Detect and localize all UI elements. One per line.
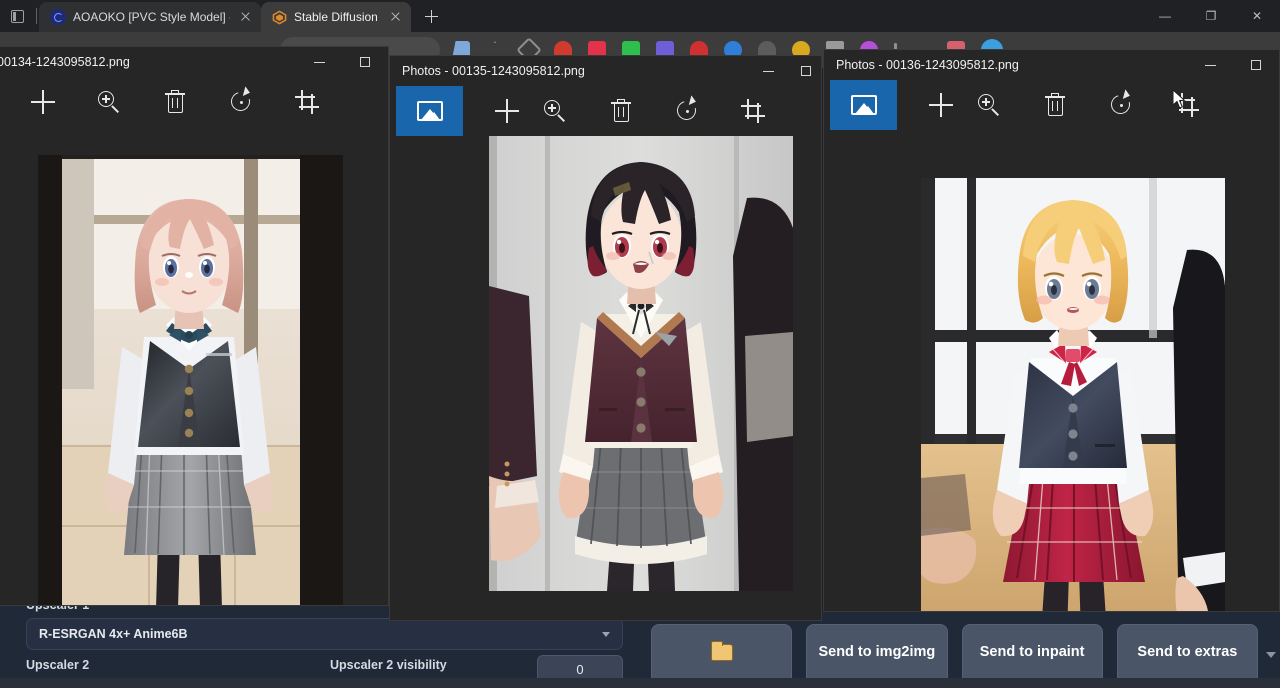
delete-icon xyxy=(611,99,631,123)
window-2-add-button[interactable] xyxy=(483,86,531,136)
new-tab-button[interactable] xyxy=(417,2,445,30)
window-3-controls xyxy=(1187,50,1279,80)
window-1-add-button[interactable] xyxy=(19,77,67,127)
window-2-minimize-button[interactable] xyxy=(745,56,791,86)
window-3-toolbar xyxy=(824,80,1279,130)
window-1-title: 00134-1243095812.png xyxy=(0,55,130,69)
browser-minimize-button[interactable]: — xyxy=(1142,0,1188,32)
window-1-maximize-button[interactable] xyxy=(342,47,388,77)
close-icon: ✕ xyxy=(1252,10,1262,22)
browser-maximize-button[interactable]: ❐ xyxy=(1188,0,1234,32)
window-3-add-button[interactable] xyxy=(917,80,965,130)
window-3-maximize-button[interactable] xyxy=(1233,50,1279,80)
close-tab-1-icon[interactable] xyxy=(237,9,253,25)
open-folder-button[interactable] xyxy=(651,624,792,680)
window-1-toolbar xyxy=(0,77,388,127)
window-2-title-bar[interactable]: Photos - 00135-1243095812.png xyxy=(390,56,821,86)
browser-tab-1-title: AOAOKO [PVC Style Model] - PV xyxy=(73,10,230,24)
windows-taskbar xyxy=(0,678,1280,688)
crop-icon xyxy=(1175,93,1199,117)
upscaler-1-value: R-ESRGAN 4x+ Anime6B xyxy=(39,627,602,641)
window-1-canvas xyxy=(0,127,388,605)
minimize-icon: — xyxy=(1159,10,1171,22)
photo-view-icon xyxy=(851,95,877,115)
window-2-maximize-button[interactable] xyxy=(791,56,821,86)
zoom-in-icon xyxy=(97,90,121,114)
window-1-delete-button[interactable] xyxy=(151,77,199,127)
window-2-rotate-button[interactable] xyxy=(663,86,711,136)
browser-tab-2-title: Stable Diffusion xyxy=(294,10,380,24)
zoom-in-icon xyxy=(543,99,567,123)
window-3-delete-button[interactable] xyxy=(1031,80,1079,130)
window-2-canvas xyxy=(390,136,821,620)
chevron-down-icon xyxy=(602,632,610,637)
window-2-crop-button[interactable] xyxy=(729,86,777,136)
browser-tab-1[interactable]: AOAOKO [PVC Style Model] - PV xyxy=(39,2,261,32)
window-1-crop-button[interactable] xyxy=(283,77,331,127)
browser-tab-2[interactable]: Stable Diffusion xyxy=(261,2,411,32)
sd-button-row: Send to img2img Send to inpaint Send to … xyxy=(651,624,1258,680)
send-to-img2img-button[interactable]: Send to img2img xyxy=(806,624,947,680)
window-2-controls xyxy=(745,56,821,86)
window-3-minimize-button[interactable] xyxy=(1187,50,1233,80)
zoom-in-icon xyxy=(977,93,1001,117)
window-3-zoom-button[interactable] xyxy=(965,80,1013,130)
stable-diffusion-icon xyxy=(272,10,287,25)
scroll-down-icon[interactable] xyxy=(1266,652,1276,658)
window-3-image[interactable] xyxy=(921,178,1225,612)
add-icon xyxy=(31,90,55,114)
upscaler-2-visibility-label: Upscaler 2 visibility xyxy=(330,658,447,672)
window-3-canvas xyxy=(824,130,1279,611)
browser-tab-strip: AOAOKO [PVC Style Model] - PV Stable Dif… xyxy=(0,0,1280,32)
sd-send-buttons-panel: Send to img2img Send to inpaint Send to … xyxy=(640,612,1280,678)
photos-window-3[interactable]: Photos - 00136-1243095812.png xyxy=(823,49,1280,612)
tab-divider xyxy=(36,8,37,24)
add-icon xyxy=(495,99,519,123)
window-2-toolbar xyxy=(390,86,821,136)
window-1-image[interactable] xyxy=(38,155,343,606)
photos-window-1[interactable]: 00134-1243095812.png xyxy=(0,46,389,606)
delete-icon xyxy=(1045,93,1065,117)
rotate-icon xyxy=(229,90,253,114)
tab-search-icon[interactable] xyxy=(0,0,34,32)
rotate-icon xyxy=(1109,93,1133,117)
window-2-image[interactable] xyxy=(489,136,793,591)
crop-icon xyxy=(295,90,319,114)
window-3-title: Photos - 00136-1243095812.png xyxy=(836,58,1019,72)
window-1-rotate-button[interactable] xyxy=(217,77,265,127)
upscaler-2-visibility-value: 0 xyxy=(576,662,583,677)
photos-window-2[interactable]: Photos - 00135-1243095812.png xyxy=(389,55,822,621)
upscaler-2-label: Upscaler 2 xyxy=(26,658,89,672)
window-3-rotate-button[interactable] xyxy=(1097,80,1145,130)
upscaler-1-select[interactable]: R-ESRGAN 4x+ Anime6B xyxy=(26,618,623,650)
window-1-controls xyxy=(296,47,388,77)
window-2-delete-button[interactable] xyxy=(597,86,645,136)
window-1-title-bar[interactable]: 00134-1243095812.png xyxy=(0,47,388,77)
window-3-photo-view-button[interactable] xyxy=(830,80,897,130)
browser-close-button[interactable]: ✕ xyxy=(1234,0,1280,32)
window-1-minimize-button[interactable] xyxy=(296,47,342,77)
send-to-inpaint-button[interactable]: Send to inpaint xyxy=(962,624,1103,680)
close-tab-2-icon[interactable] xyxy=(387,9,403,25)
window-2-photo-view-button[interactable] xyxy=(396,86,463,136)
delete-icon xyxy=(165,90,185,114)
window-2-title: Photos - 00135-1243095812.png xyxy=(402,64,585,78)
rotate-icon xyxy=(675,99,699,123)
browser-window-controls: — ❐ ✕ xyxy=(1142,0,1280,32)
send-to-extras-button[interactable]: Send to extras xyxy=(1117,624,1258,680)
window-2-zoom-button[interactable] xyxy=(531,86,579,136)
window-3-crop-button[interactable] xyxy=(1163,80,1211,130)
crop-icon xyxy=(741,99,765,123)
maximize-icon: ❐ xyxy=(1206,10,1217,22)
folder-icon xyxy=(711,644,733,661)
add-icon xyxy=(929,93,953,117)
window-1-zoom-button[interactable] xyxy=(85,77,133,127)
photo-view-icon xyxy=(417,101,443,121)
civitai-icon xyxy=(50,9,66,25)
window-3-title-bar[interactable]: Photos - 00136-1243095812.png xyxy=(824,50,1279,80)
